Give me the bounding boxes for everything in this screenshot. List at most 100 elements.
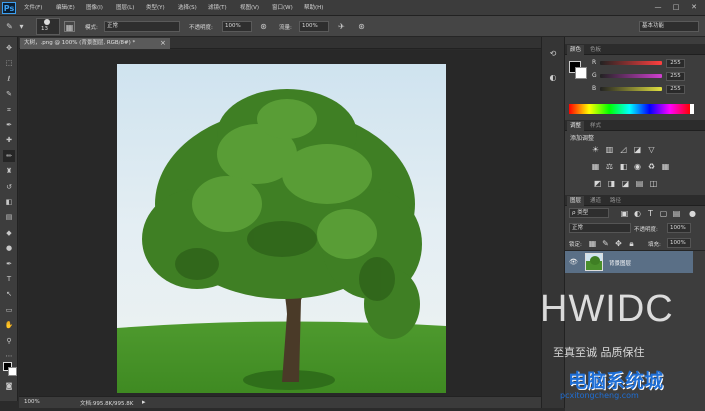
layer-kind-filter[interactable]: ρ 类型 (569, 208, 609, 218)
tree-image[interactable] (117, 64, 446, 393)
close-document-icon[interactable]: × (160, 38, 166, 49)
levels-icon[interactable]: ▥ (605, 145, 614, 154)
menu-item[interactable]: 滤镜(T) (208, 3, 227, 11)
filter-type-icon[interactable]: T (646, 209, 655, 218)
layer-row[interactable]: 👁︎ 背景图层 (565, 251, 693, 273)
channel-mixer-icon[interactable]: ♻ (647, 162, 656, 171)
tab-adjustments[interactable]: 调整 (567, 121, 585, 131)
hand-tool-icon[interactable]: ✋ (3, 319, 15, 331)
workspace-select[interactable]: 基本功能 (639, 21, 699, 32)
tab-channels[interactable]: 通道 (587, 196, 604, 206)
shape-tool-icon[interactable]: ▭ (3, 304, 15, 316)
menu-item[interactable]: 帮助(H) (304, 3, 323, 11)
type-tool-icon[interactable]: T (3, 273, 15, 285)
eye-icon[interactable]: 👁︎ (569, 258, 578, 266)
crop-tool-icon[interactable]: ⌗ (3, 104, 15, 116)
tab-color[interactable]: 颜色 (567, 45, 585, 55)
hue-saturation-icon[interactable]: ▦ (591, 162, 600, 171)
chevron-down-icon[interactable]: ▾ (16, 21, 27, 32)
menu-item[interactable]: 文件(F) (24, 3, 42, 11)
menu-item[interactable]: 编辑(E) (56, 3, 75, 11)
curves-icon[interactable]: ◿ (619, 145, 628, 154)
pressure-size-icon[interactable]: ⊛ (356, 21, 367, 32)
filter-smart-object-icon[interactable]: ▤ (672, 209, 681, 218)
menu-item[interactable]: 图层(L) (116, 3, 134, 11)
color-background-swatch[interactable] (575, 67, 587, 79)
path-select-tool-icon[interactable]: ↖ (3, 288, 15, 300)
quick-select-tool-icon[interactable]: ✎ (3, 88, 15, 100)
filter-shape-icon[interactable]: ▢ (659, 209, 668, 218)
tab-paths[interactable]: 路径 (607, 196, 624, 206)
lock-all-icon[interactable]: 🔒︎ (627, 239, 636, 248)
lock-transparent-icon[interactable]: ▦ (588, 239, 597, 248)
brush-tool-preset-icon[interactable]: ✎ (4, 21, 15, 32)
opacity-input[interactable]: 100% (222, 21, 252, 32)
fill-input[interactable]: 100% (667, 238, 691, 248)
pen-tool-icon[interactable]: ✒ (3, 258, 15, 270)
airbrush-icon[interactable]: ✈ (336, 21, 347, 32)
menu-item[interactable]: 图像(I) (86, 3, 103, 11)
clone-stamp-tool-icon[interactable]: ♜ (3, 165, 15, 177)
white-ramp[interactable] (690, 104, 694, 114)
color-lookup-icon[interactable]: ▦ (661, 162, 670, 171)
pressure-opacity-icon[interactable]: ⊛ (258, 21, 269, 32)
lasso-tool-icon[interactable]: ℓ (3, 73, 15, 85)
history-icon[interactable]: ⟲ (546, 48, 560, 60)
channel-slider[interactable] (600, 87, 662, 91)
vibrance-icon[interactable]: ▽ (647, 145, 656, 154)
exposure-icon[interactable]: ◪ (633, 145, 642, 154)
document-tab[interactable]: 大树，.png @ 100% (背景图层, RGB/8#) * (20, 38, 170, 49)
menu-item[interactable]: 窗口(W) (272, 3, 293, 11)
menu-item[interactable]: 视图(V) (240, 3, 259, 11)
maximize-button[interactable]: □ (670, 2, 682, 13)
menu-item[interactable]: 类型(Y) (146, 3, 165, 11)
channel-slider[interactable] (600, 74, 662, 78)
menu-item[interactable]: 选择(S) (178, 3, 197, 11)
channel-slider[interactable] (600, 61, 662, 65)
channel-value-input[interactable]: 255 (666, 85, 685, 94)
invert-icon[interactable]: ◩ (593, 179, 602, 188)
quick-mask-icon[interactable]: ◙ (3, 380, 15, 392)
layer-opacity-input[interactable]: 100% (667, 223, 691, 233)
minimize-button[interactable]: — (652, 2, 664, 13)
eyedropper-tool-icon[interactable]: ✒ (3, 119, 15, 131)
lock-position-icon[interactable]: ✥ (614, 239, 623, 248)
status-menu-arrow-icon[interactable]: ▸ (142, 398, 146, 406)
channel-value-input[interactable]: 255 (666, 59, 685, 68)
move-tool-icon[interactable]: ✥ (3, 42, 15, 54)
dodge-tool-icon[interactable]: ● (3, 242, 15, 254)
lock-image-icon[interactable]: ✎ (601, 239, 610, 248)
filter-adjustment-icon[interactable]: ◐ (633, 209, 642, 218)
document-size-info[interactable]: 文档:995.8K/995.8K (80, 399, 133, 407)
properties-icon[interactable]: ◐ (546, 72, 560, 84)
brush-panel-toggle-icon[interactable]: ▦ (64, 21, 75, 32)
brush-tool-icon[interactable]: ✏ (3, 149, 15, 162)
history-brush-tool-icon[interactable]: ↺ (3, 181, 15, 193)
selective-color-icon[interactable]: ◫ (649, 179, 658, 188)
blur-tool-icon[interactable]: ◆ (3, 227, 15, 239)
zoom-tool-icon[interactable]: ⚲ (3, 335, 15, 347)
zoom-level[interactable]: 100% (24, 399, 40, 405)
gradient-map-icon[interactable]: ▤ (635, 179, 644, 188)
threshold-icon[interactable]: ◪ (621, 179, 630, 188)
blend-mode-select[interactable]: 正常 (569, 223, 631, 233)
tab-styles[interactable]: 样式 (587, 121, 604, 131)
color-balance-icon[interactable]: ⚖ (605, 162, 614, 171)
eraser-tool-icon[interactable]: ◧ (3, 196, 15, 208)
marquee-tool-icon[interactable]: ⬚ (3, 57, 15, 69)
mode-select[interactable]: 正常 (104, 21, 180, 32)
background-color-swatch[interactable] (8, 367, 17, 376)
posterize-icon[interactable]: ◨ (607, 179, 616, 188)
tab-swatches[interactable]: 色板 (587, 45, 604, 55)
color-ramp[interactable] (569, 104, 690, 114)
channel-value-input[interactable]: 255 (666, 72, 685, 81)
brightness-contrast-icon[interactable]: ☀ (591, 145, 600, 154)
photo-filter-icon[interactable]: ◉ (633, 162, 642, 171)
filter-pixel-icon[interactable]: ▣ (620, 209, 629, 218)
black-white-icon[interactable]: ◧ (619, 162, 628, 171)
close-window-button[interactable]: ✕ (688, 2, 700, 13)
more-tools-icon[interactable]: ⋯ (3, 350, 15, 362)
flow-input[interactable]: 100% (299, 21, 329, 32)
brush-picker[interactable]: 13 (36, 18, 60, 35)
tab-layers[interactable]: 图层 (567, 196, 585, 206)
